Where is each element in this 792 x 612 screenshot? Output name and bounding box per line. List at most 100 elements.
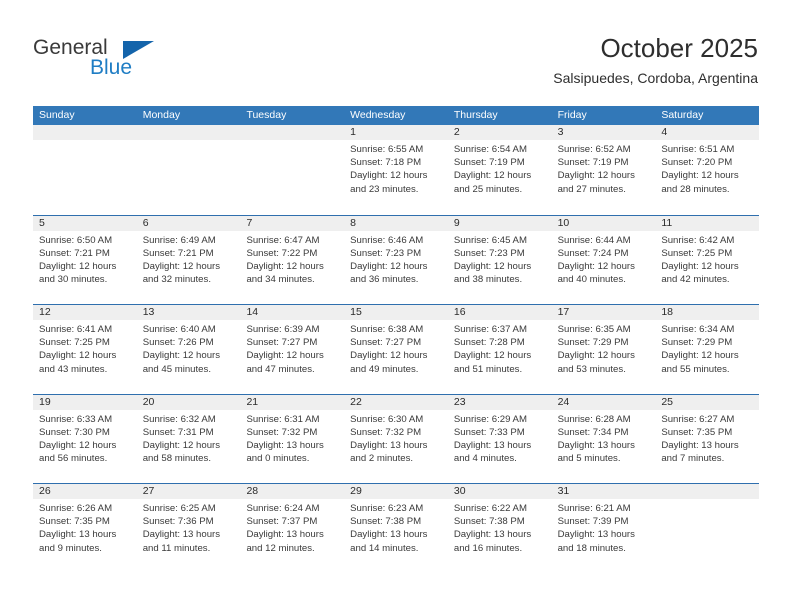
day-cell-21[interactable]: 21 Sunrise: 6:31 AM Sunset: 7:32 PM Dayligh… [240,394,345,483]
day-sunrise-text: Sunrise: 6:52 AM [557,144,631,155]
day-daylight-line1-text: Daylight: 12 hours [557,350,635,362]
day-sunrise-text: Sunrise: 6:22 AM [453,503,527,514]
day-daylight-line2-text: and 51 minutes. [453,363,523,375]
day-cell-5[interactable]: 5 Sunrise: 6:50 AM Sunset: 7:21 PM Daylight… [33,215,137,304]
calendar-week-row: 19 Sunrise: 6:33 AM Sunset: 7:30 PM Dayligh… [33,393,760,483]
day-daylight-line1-text: Daylight: 12 hours [246,350,324,362]
day-daylight-line2-text: and 14 minutes. [350,542,419,554]
day-cell-29[interactable]: 29 Sunrise: 6:23 AM Sunset: 7:38 PM Dayligh… [344,484,448,573]
day-number: 15 [344,305,448,320]
day-number: 28 [240,484,345,499]
day-sunset-text: Sunset: 7:30 PM [39,426,110,438]
day-cell-25[interactable]: 25 Sunrise: 6:27 AM Sunset: 7:35 PM Dayligh… [655,394,760,483]
day-details: Sunrise: 6:47 AM Sunset: 7:22 PM Daylight:… [240,231,344,287]
day-cell-8[interactable]: 8 Sunrise: 6:46 AM Sunset: 7:23 PM Daylight… [344,215,448,304]
day-daylight-line2-text: and 7 minutes. [661,453,725,465]
day-details: Sunrise: 6:46 AM Sunset: 7:23 PM Daylight:… [344,231,448,287]
day-cell-13[interactable]: 13 Sunrise: 6:40 AM Sunset: 7:26 PM Dayligh… [136,305,241,394]
day-cell-31[interactable]: 31 Sunrise: 6:21 AM Sunset: 7:39 PM Dayligh… [551,484,656,573]
day-sunrise-text: Sunrise: 6:29 AM [453,413,527,425]
day-cell-27[interactable]: 27 Sunrise: 6:25 AM Sunset: 7:36 PM Dayligh… [136,484,241,573]
day-number: 20 [136,394,241,410]
day-cell-16[interactable]: 16 Sunrise: 6:37 AM Sunset: 7:28 PM Dayligh… [447,305,552,394]
day-cell-6[interactable]: 6 Sunrise: 6:49 AM Sunset: 7:21 PM Daylight… [136,215,241,304]
day-sunrise-text: Sunrise: 6:42 AM [661,234,735,246]
day-number: 29 [344,484,448,499]
day-sunset-text: Sunset: 7:24 PM [557,247,629,259]
day-daylight-line1-text: Daylight: 13 hours [557,529,635,541]
day-cell-23[interactable]: 23 Sunrise: 6:29 AM Sunset: 7:33 PM Dayligh… [447,394,552,483]
day-sunset-text: Sunset: 7:23 PM [350,247,422,259]
day-daylight-line2-text: and 2 minutes. [350,453,414,465]
day-daylight-line1-text: Daylight: 12 hours [142,350,221,362]
day-number: 17 [551,305,656,320]
day-sunrise-text: Sunrise: 6:41 AM [39,324,113,335]
day-details: Sunrise: 6:42 AM Sunset: 7:25 PM Daylight:… [655,231,759,287]
day-cell-11[interactable]: 11 Sunrise: 6:42 AM Sunset: 7:25 PM Dayligh… [655,215,760,304]
day-number: 31 [551,484,656,499]
day-daylight-line1-text: Daylight: 12 hours [142,439,221,451]
day-number: 16 [447,305,552,320]
day-daylight-line2-text: and 16 minutes. [453,542,523,554]
day-daylight-line2-text: and 56 minutes. [39,453,108,465]
day-sunset-text: Sunset: 7:38 PM [350,516,422,528]
day-details: Sunrise: 6:41 AM Sunset: 7:25 PM Daylight:… [33,320,137,376]
calendar-page: General Blue October 2025 Salsipuedes, C… [0,0,792,612]
day-sunset-text: Sunset: 7:21 PM [142,247,214,259]
day-cell-12[interactable]: 12 Sunrise: 6:41 AM Sunset: 7:25 PM Dayligh… [33,305,137,394]
day-daylight-line1-text: Daylight: 12 hours [350,350,428,362]
day-daylight-line2-text: and 9 minutes. [39,542,102,554]
day-daylight-line1-text: Daylight: 12 hours [453,350,532,362]
day-cell-17[interactable]: 17 Sunrise: 6:35 AM Sunset: 7:29 PM Dayligh… [551,305,656,394]
day-daylight-line2-text: and 0 minutes. [246,453,310,465]
weekday-header-thursday: Thursday [453,109,498,121]
day-cell-22[interactable]: 22 Sunrise: 6:30 AM Sunset: 7:32 PM Dayligh… [344,394,448,483]
day-sunrise-text: Sunrise: 6:23 AM [350,503,424,514]
day-sunset-text: Sunset: 7:27 PM [350,337,422,349]
day-cell-24[interactable]: 24 Sunrise: 6:28 AM Sunset: 7:34 PM Dayligh… [551,394,656,483]
day-number: 30 [447,484,552,499]
day-daylight-line1-text: Daylight: 13 hours [246,529,324,541]
day-cell-2[interactable]: 2 Sunrise: 6:54 AM Sunset: 7:19 PM Daylight… [447,125,552,215]
day-number: 7 [240,215,345,231]
day-cell-18[interactable]: 18 Sunrise: 6:34 AM Sunset: 7:29 PM Dayligh… [655,305,760,394]
day-details: Sunrise: 6:45 AM Sunset: 7:23 PM Daylight:… [448,231,552,287]
day-daylight-line1-text: Daylight: 12 hours [557,260,635,272]
day-sunrise-text: Sunrise: 6:54 AM [453,144,527,155]
day-cell-26[interactable]: 26 Sunrise: 6:26 AM Sunset: 7:35 PM Dayligh… [33,484,137,573]
day-number: 13 [136,305,241,320]
day-number: 23 [447,394,552,410]
day-cell-19[interactable]: 19 Sunrise: 6:33 AM Sunset: 7:30 PM Dayligh… [33,394,137,483]
day-details: Sunrise: 6:34 AM Sunset: 7:29 PM Daylight:… [655,320,759,376]
day-daylight-line1-text: Daylight: 12 hours [350,260,428,272]
day-cell-7[interactable]: 7 Sunrise: 6:47 AM Sunset: 7:22 PM Daylight… [240,215,345,304]
day-sunset-text: Sunset: 7:39 PM [557,516,629,528]
day-sunrise-text: Sunrise: 6:33 AM [39,413,113,425]
day-daylight-line1-text: Daylight: 12 hours [453,170,532,182]
day-sunrise-text: Sunrise: 6:25 AM [142,503,216,514]
day-daylight-line1-text: Daylight: 13 hours [453,529,532,541]
day-daylight-line1-text: Daylight: 12 hours [661,350,739,362]
day-daylight-line2-text: and 38 minutes. [453,274,523,286]
general-blue-logo[interactable]: General Blue [33,36,223,86]
day-cell-9[interactable]: 9 Sunrise: 6:45 AM Sunset: 7:23 PM Daylight… [447,215,552,304]
day-cell-20[interactable]: 20 Sunrise: 6:32 AM Sunset: 7:31 PM Dayligh… [136,394,241,483]
day-daylight-line1-text: Daylight: 13 hours [661,439,739,451]
day-sunset-text: Sunset: 7:31 PM [142,426,214,438]
day-cell-1[interactable]: 1 Sunrise: 6:55 AM Sunset: 7:18 PM Daylight… [344,125,448,215]
day-daylight-line1-text: Daylight: 12 hours [142,260,221,272]
day-number: 22 [344,394,448,410]
day-cell-28[interactable]: 28 Sunrise: 6:24 AM Sunset: 7:37 PM Dayligh… [240,484,345,573]
weekday-header-monday: Monday [142,109,181,121]
day-cell-10[interactable]: 10 Sunrise: 6:44 AM Sunset: 7:24 PM Dayligh… [551,215,656,304]
day-cell-14[interactable]: 14 Sunrise: 6:39 AM Sunset: 7:27 PM Dayligh… [240,305,345,394]
calendar-weeks: 1 Sunrise: 6:55 AM Sunset: 7:18 PM Daylight… [33,125,760,573]
day-cell-4[interactable]: 4 Sunrise: 6:51 AM Sunset: 7:20 PM Daylight… [655,125,760,215]
day-sunrise-text: Sunrise: 6:40 AM [142,324,216,335]
day-sunrise-text: Sunrise: 6:24 AM [246,503,320,514]
day-cell-3[interactable]: 3 Sunrise: 6:52 AM Sunset: 7:19 PM Daylight… [551,125,656,215]
day-cell-15[interactable]: 15 Sunrise: 6:38 AM Sunset: 7:27 PM Dayligh… [344,305,448,394]
day-daylight-line2-text: and 27 minutes. [557,183,626,195]
day-number: 9 [447,215,552,231]
day-cell-30[interactable]: 30 Sunrise: 6:22 AM Sunset: 7:38 PM Dayligh… [447,484,552,573]
